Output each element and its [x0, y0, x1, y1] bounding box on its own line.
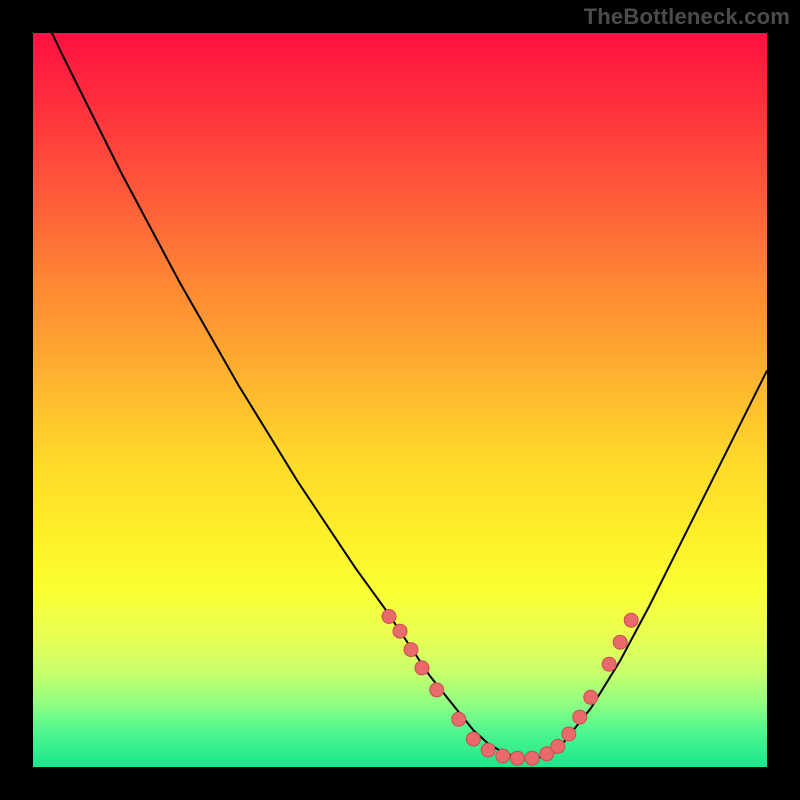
- watermark-text: TheBottleneck.com: [584, 4, 790, 30]
- bottleneck-curve: [33, 33, 767, 767]
- curve-marker: [602, 657, 616, 671]
- curve-marker: [551, 739, 565, 753]
- curve-marker: [404, 643, 418, 657]
- curve-marker: [573, 710, 587, 724]
- curve-marker: [525, 751, 539, 765]
- curve-marker: [466, 732, 480, 746]
- curve-marker: [430, 683, 444, 697]
- curve-marker: [510, 751, 524, 765]
- curve-marker: [452, 712, 466, 726]
- curve-marker: [584, 690, 598, 704]
- curve-markers: [382, 610, 638, 766]
- curve-marker: [562, 727, 576, 741]
- curve-marker: [481, 743, 495, 757]
- plot-area: [33, 33, 767, 767]
- curve-marker: [624, 613, 638, 627]
- curve-marker: [415, 661, 429, 675]
- curve-marker: [393, 624, 407, 638]
- curve-line: [33, 0, 767, 759]
- curve-marker: [613, 635, 627, 649]
- curve-marker: [496, 749, 510, 763]
- chart-frame: TheBottleneck.com: [0, 0, 800, 800]
- curve-marker: [382, 610, 396, 624]
